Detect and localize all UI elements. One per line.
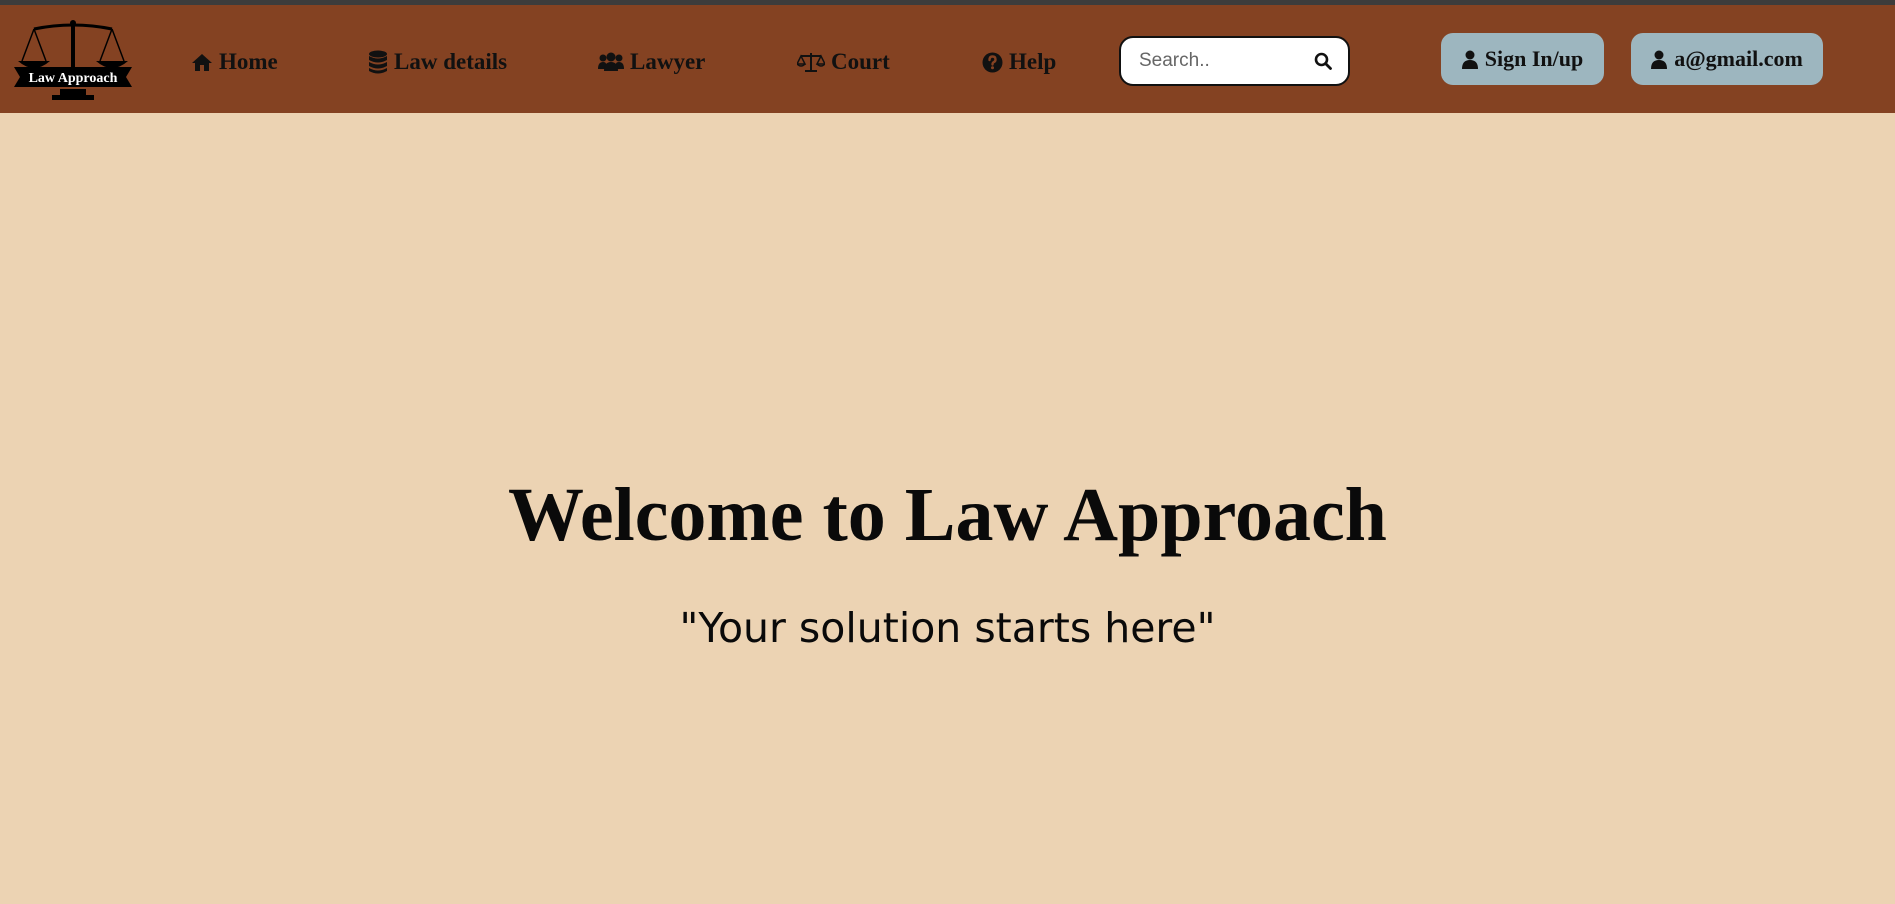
user-icon	[1651, 50, 1668, 69]
nav-court-label: Court	[831, 49, 890, 74]
nav-law-details-label: Law details	[394, 49, 508, 74]
nav-law-details[interactable]: Law details	[368, 47, 507, 77]
nav-court[interactable]: Court	[797, 47, 890, 77]
nav-lawyer-label: Lawyer	[630, 49, 706, 74]
search-button[interactable]	[1314, 52, 1332, 70]
user-email-label: a@gmail.com	[1674, 46, 1803, 71]
home-icon	[192, 54, 212, 71]
search-icon	[1314, 52, 1332, 70]
user-account-button[interactable]: a@gmail.com	[1631, 33, 1823, 85]
logo[interactable]: Law Approach	[12, 19, 134, 101]
database-icon	[369, 50, 387, 74]
search-box	[1119, 36, 1350, 86]
hero-subtitle: "Your solution starts here"	[679, 604, 1216, 652]
search-input[interactable]	[1139, 50, 1314, 72]
hero-title: Welcome to Law Approach	[508, 473, 1387, 557]
nav-help-label: Help	[1009, 49, 1057, 74]
nav-home-label: Home	[219, 49, 278, 74]
sign-in-up-label: Sign In/up	[1484, 46, 1584, 71]
question-circle-icon	[982, 52, 1003, 72]
nav-help[interactable]: Help	[982, 47, 1056, 77]
logo-text: Law Approach	[29, 71, 118, 86]
scales-logo-icon: Law Approach	[14, 20, 132, 100]
user-icon	[1461, 50, 1478, 69]
nav-home[interactable]: Home	[191, 47, 278, 77]
users-icon	[598, 52, 624, 71]
sign-in-up-button[interactable]: Sign In/up	[1441, 33, 1604, 85]
balance-scale-icon	[797, 53, 825, 72]
navbar: Law Approach Home Law details Lawyer Cou…	[0, 5, 1895, 113]
nav-lawyer[interactable]: Lawyer	[598, 47, 705, 77]
